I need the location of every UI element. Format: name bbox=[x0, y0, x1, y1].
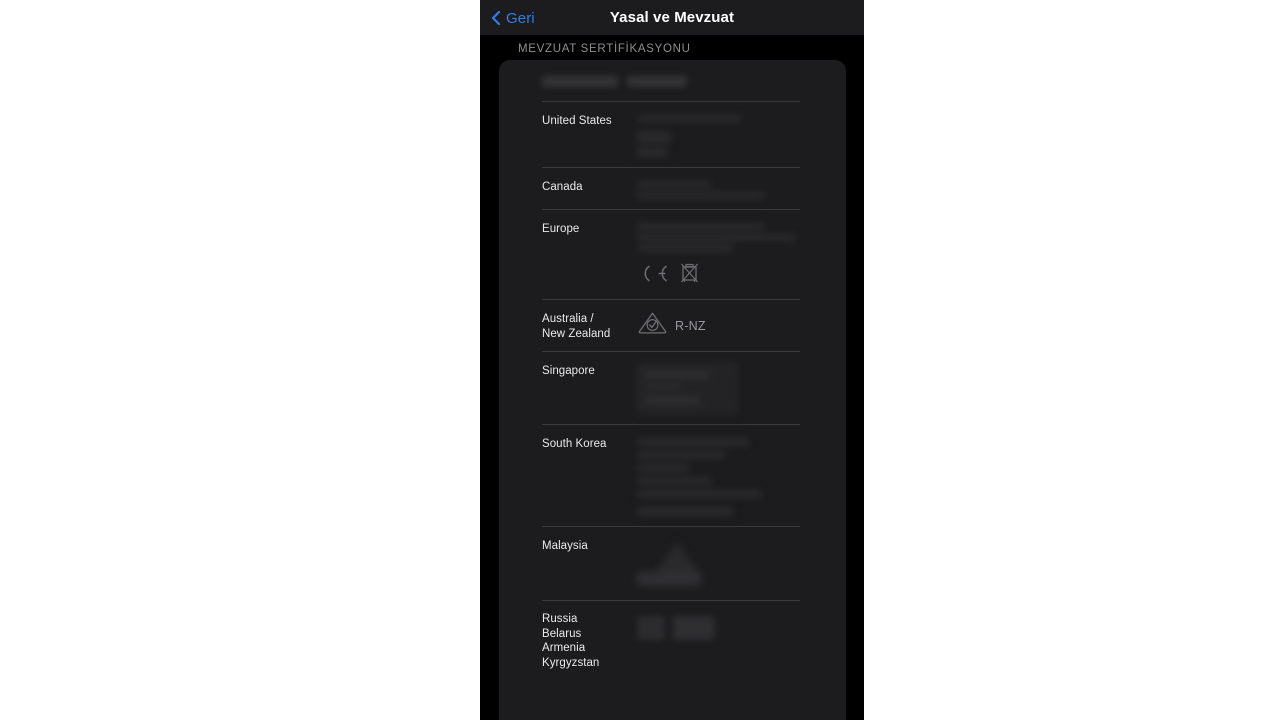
row-separator bbox=[542, 167, 800, 168]
redacted-content bbox=[631, 101, 846, 167]
redacted-panel bbox=[631, 351, 846, 424]
navigation-bar: Geri Yasal ve Mevzuat bbox=[480, 0, 864, 36]
back-button-label: Geri bbox=[506, 9, 535, 27]
redacted-content bbox=[631, 167, 846, 209]
redacted-content-large bbox=[631, 424, 846, 526]
table-row-united-states: United States bbox=[499, 101, 846, 167]
rcm-triangle-icon bbox=[637, 310, 668, 341]
redacted-logo bbox=[631, 526, 846, 600]
row-separator bbox=[542, 526, 800, 527]
row-label: United States bbox=[542, 115, 612, 127]
weee-crossed-out-bin-icon bbox=[680, 262, 699, 289]
row-label: Europe bbox=[542, 223, 580, 235]
row-separator bbox=[542, 299, 800, 300]
table-row bbox=[499, 60, 846, 101]
table-row-australia-new-zealand: Australia / New Zealand R-NZ bbox=[499, 299, 846, 351]
table-row-south-korea: South Korea bbox=[499, 424, 846, 526]
row-label: South Korea bbox=[542, 438, 607, 450]
row-separator bbox=[542, 351, 800, 352]
chevron-left-icon bbox=[490, 10, 502, 26]
table-row-europe: Europe bbox=[499, 209, 846, 299]
certification-card: United States Canada Europe Australia / … bbox=[499, 60, 846, 720]
row-label: Singapore bbox=[542, 365, 595, 377]
back-button[interactable]: Geri bbox=[490, 0, 535, 36]
table-row-malaysia: Malaysia bbox=[499, 526, 846, 600]
table-row-russia-group: Russia Belarus Armenia Kyrgyzstan bbox=[499, 600, 846, 670]
redacted-text bbox=[542, 76, 618, 87]
row-separator bbox=[542, 101, 800, 102]
redacted-content-with-marks bbox=[631, 209, 846, 299]
row-label: Australia / New Zealand bbox=[542, 313, 611, 340]
row-separator bbox=[542, 600, 800, 601]
table-row-singapore: Singapore bbox=[499, 351, 846, 424]
page-title: Yasal ve Mevzuat bbox=[609, 9, 735, 26]
row-separator bbox=[542, 209, 800, 210]
rcm-mark-label: R-NZ bbox=[675, 318, 706, 333]
ce-mark-icon bbox=[637, 263, 671, 289]
redacted-text bbox=[627, 76, 687, 87]
row-label: Russia Belarus Armenia Kyrgyzstan bbox=[542, 613, 600, 669]
redacted-model-line bbox=[542, 60, 846, 101]
rcm-mark-content: R-NZ bbox=[631, 299, 846, 351]
redacted-marks-pair bbox=[631, 600, 846, 670]
row-label: Malaysia bbox=[542, 540, 588, 552]
section-header: MEVZUAT SERTİFİKASYONU bbox=[480, 36, 864, 60]
row-label: Canada bbox=[542, 181, 583, 193]
table-row-canada: Canada bbox=[499, 167, 846, 209]
screenshot-stage: Geri Yasal ve Mevzuat MEVZUAT SERTİFİKAS… bbox=[0, 0, 1280, 720]
phone-screen: Geri Yasal ve Mevzuat MEVZUAT SERTİFİKAS… bbox=[480, 0, 864, 720]
row-separator bbox=[542, 424, 800, 425]
